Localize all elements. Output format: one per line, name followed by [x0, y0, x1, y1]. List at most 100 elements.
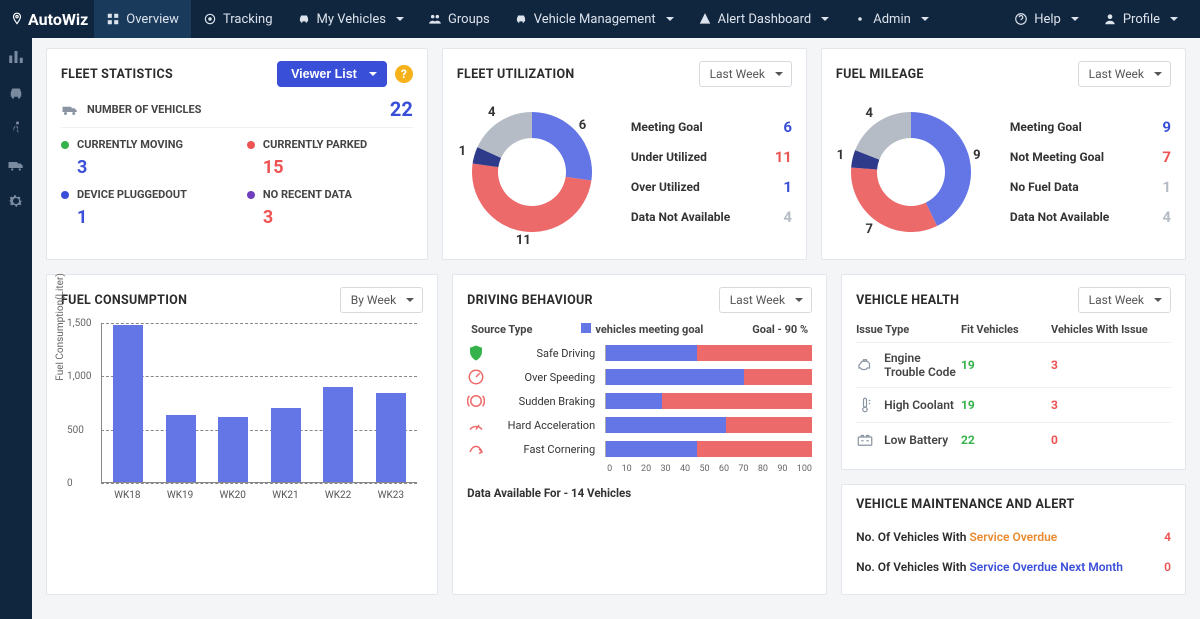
- admin-icon: [853, 12, 867, 26]
- nav-label: Groups: [448, 12, 490, 27]
- legend-label: No Fuel Data: [1010, 180, 1079, 194]
- behaviour-row: Hard Acceleration: [467, 416, 812, 434]
- col-issue: Vehicles With Issue: [1051, 323, 1171, 336]
- behaviour-row: Sudden Braking: [467, 392, 812, 410]
- bar-track: [605, 441, 812, 457]
- bar: [376, 393, 406, 482]
- utilization-donut: 61114: [457, 97, 607, 247]
- health-range-select[interactable]: Last Week: [1078, 287, 1171, 313]
- nav-help[interactable]: Help: [1002, 0, 1091, 38]
- my-vehicles-icon: [297, 12, 311, 26]
- behaviour-row: Safe Driving: [467, 344, 812, 362]
- nav-label: Tracking: [223, 12, 273, 27]
- card-title: DRIVING BEHAVIOUR: [467, 293, 593, 308]
- x-tick: WK22: [325, 490, 351, 501]
- legend-value: 6: [772, 118, 792, 136]
- bar-track: [605, 345, 812, 361]
- num-vehicles-label: NUMBER OF VEHICLES: [87, 103, 201, 116]
- col-issue-type: Issue Type: [856, 323, 961, 336]
- run-icon[interactable]: [7, 120, 25, 138]
- maint-value: 4: [1164, 530, 1171, 544]
- nav-admin[interactable]: Admin: [841, 0, 941, 38]
- battery-icon: [856, 431, 874, 449]
- x-tick: WK21: [272, 490, 298, 501]
- row-label: Hard Acceleration: [495, 419, 595, 432]
- row-label: Sudden Braking: [495, 395, 595, 408]
- col-fit: Fit Vehicles: [961, 323, 1051, 336]
- nav-vehicle-management[interactable]: Vehicle Management: [502, 0, 686, 38]
- x-tick: WK18: [114, 490, 140, 501]
- y-tick: 500: [67, 425, 84, 436]
- y-tick: 1,000: [67, 371, 91, 382]
- nav-overview[interactable]: Overview: [94, 0, 191, 38]
- stat-label: NO RECENT DATA: [247, 184, 413, 205]
- legend-value: 9: [1151, 118, 1171, 136]
- help-icon[interactable]: ?: [395, 65, 413, 83]
- row-label: Safe Driving: [495, 347, 595, 360]
- engine-icon: [856, 356, 874, 374]
- issue-label: Engine Trouble Code: [884, 351, 961, 379]
- fuel-consumption-card: FUEL CONSUMPTION By Week Fuel Consumptio…: [46, 274, 438, 595]
- utilization-range-select[interactable]: Last Week: [699, 61, 792, 87]
- consumption-range-select[interactable]: By Week: [340, 287, 423, 313]
- x-tick: 80: [758, 464, 768, 474]
- legend-label: Over Utilized: [631, 180, 700, 194]
- fit-value: 22: [961, 433, 1051, 447]
- donut-segment-label: 6: [579, 118, 586, 133]
- legend-label: Data Not Available: [1010, 210, 1109, 224]
- legend-value: 7: [1151, 148, 1171, 166]
- legend-value: 4: [1151, 208, 1171, 226]
- nav-items: Overview Tracking My Vehicles Groups Vehicle…: [94, 0, 941, 38]
- gear-icon[interactable]: [7, 192, 25, 210]
- behaviour-legend: vehicles meeting goal: [595, 323, 703, 336]
- x-tick: 90: [777, 464, 787, 474]
- stat-label: CURRENTLY MOVING: [61, 134, 227, 155]
- card-title: VEHICLE MAINTENANCE AND ALERT: [856, 497, 1171, 512]
- shield-icon: [467, 344, 485, 362]
- card-title: VEHICLE HEALTH: [856, 293, 959, 308]
- maint-value: 0: [1164, 560, 1171, 574]
- car-icon[interactable]: [7, 84, 25, 102]
- behaviour-range-select[interactable]: Last Week: [719, 287, 812, 313]
- stat-label: DEVICE PLUGGEDOUT: [61, 184, 227, 205]
- legend-label: Not Meeting Goal: [1010, 150, 1104, 164]
- x-tick: 60: [719, 464, 729, 474]
- issue-label: High Coolant: [884, 398, 961, 412]
- viewer-list-button[interactable]: Viewer List: [277, 61, 387, 87]
- fuel-mileage-card: FUEL MILEAGE Last Week 9714 Meeting Goal…: [821, 48, 1186, 260]
- nav-profile[interactable]: Profile: [1091, 0, 1190, 38]
- issue-value: 3: [1051, 398, 1171, 412]
- nav-label: My Vehicles: [317, 12, 387, 27]
- x-tick: 40: [680, 464, 690, 474]
- maint-link[interactable]: Service Overdue Next Month: [969, 560, 1123, 574]
- mileage-donut: 9714: [836, 97, 986, 247]
- behaviour-row: Fast Cornering: [467, 440, 812, 458]
- nav-tracking[interactable]: Tracking: [191, 0, 285, 38]
- nav-alert-dashboard[interactable]: Alert Dashboard: [686, 0, 842, 38]
- top-navbar: AutoWiz OverviewTrackingMy VehiclesGroup…: [0, 0, 1200, 38]
- fuel-consumption-chart: Fuel Consumption(Liter)05001,0001,500WK1…: [61, 323, 423, 503]
- nav-my-vehicles[interactable]: My Vehicles: [285, 0, 417, 38]
- mileage-range-select[interactable]: Last Week: [1078, 61, 1171, 87]
- coolant-icon: [856, 396, 874, 414]
- chart-icon[interactable]: [7, 48, 25, 66]
- fit-value: 19: [961, 398, 1051, 412]
- truck-icon[interactable]: [7, 156, 25, 174]
- issue-label: Low Battery: [884, 433, 961, 447]
- row-label: Fast Cornering: [495, 443, 595, 456]
- nav-right: HelpProfile: [1002, 0, 1190, 38]
- donut-segment-label: 7: [865, 222, 872, 237]
- nav-groups[interactable]: Groups: [416, 0, 502, 38]
- row-label: Over Speeding: [495, 371, 595, 384]
- nav-label: Vehicle Management: [534, 12, 656, 27]
- corner-icon: [467, 440, 485, 458]
- accel-icon: [467, 416, 485, 434]
- maint-link[interactable]: Service Overdue: [969, 530, 1057, 544]
- behaviour-goal: Goal - 90 %: [752, 323, 808, 336]
- legend-label: Under Utilized: [631, 150, 707, 164]
- bar: [166, 415, 196, 482]
- maint-label: No. Of Vehicles With Service Overdue Nex…: [856, 560, 1123, 574]
- x-tick: WK20: [220, 490, 246, 501]
- bar-track: [605, 393, 812, 409]
- bar: [271, 408, 301, 482]
